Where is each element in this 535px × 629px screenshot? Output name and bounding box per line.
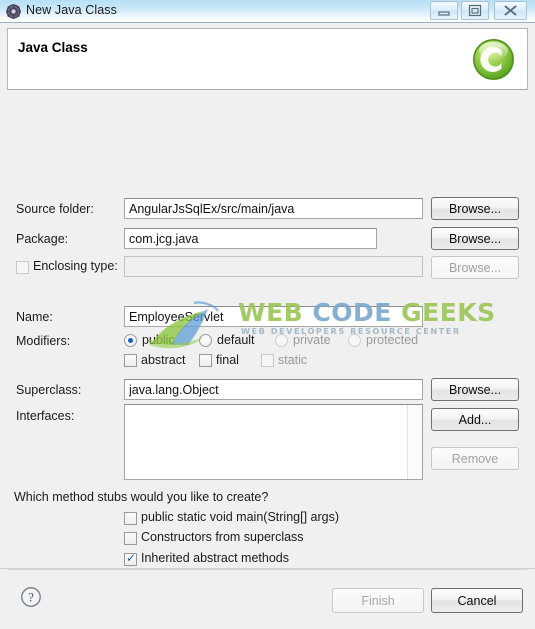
modifiers-label: Modifiers:	[16, 334, 71, 348]
modifier-checkbox-static[interactable]	[261, 354, 274, 367]
interfaces-list[interactable]	[124, 404, 423, 480]
stub-label-inherited-abstract: Inherited abstract methods	[141, 551, 289, 565]
stub-checkbox-main-method[interactable]	[124, 512, 137, 525]
interfaces-remove-button[interactable]: Remove	[431, 447, 519, 470]
superclass-input[interactable]	[124, 379, 423, 400]
interfaces-scrollbar[interactable]	[407, 405, 422, 479]
modifier-radio-private[interactable]	[275, 334, 288, 347]
page-title: Java Class	[18, 40, 88, 55]
close-icon[interactable]	[494, 1, 527, 20]
modifier-radio-default[interactable]	[199, 334, 212, 347]
modifier-radio-public[interactable]	[124, 334, 137, 347]
name-input[interactable]	[124, 306, 423, 327]
svg-text:?: ?	[28, 590, 34, 605]
modifier-label-default: default	[217, 333, 255, 347]
package-browse-button[interactable]: Browse...	[431, 227, 519, 250]
source-folder-input[interactable]	[124, 198, 423, 219]
method-stubs-question: Which method stubs would you like to cre…	[14, 490, 269, 504]
interfaces-add-button[interactable]: Add...	[431, 408, 519, 431]
package-input[interactable]	[124, 228, 377, 249]
enclosing-type-checkbox[interactable]	[16, 261, 29, 274]
dialog-body: Source folder: Browse... Package: Browse…	[0, 91, 535, 605]
help-question-icon[interactable]: ?	[20, 586, 42, 608]
stub-checkbox-constructors[interactable]	[124, 532, 137, 545]
enclosing-type-input[interactable]	[124, 256, 423, 277]
source-folder-browse-button[interactable]: Browse...	[431, 197, 519, 220]
stub-label-main-method: public static void main(String[] args)	[141, 510, 339, 524]
interfaces-label: Interfaces:	[16, 409, 75, 423]
modifier-checkbox-final[interactable]	[199, 354, 212, 367]
minimize-icon[interactable]	[430, 1, 458, 20]
modifier-checkbox-abstract[interactable]	[124, 354, 137, 367]
modifier-label-final: final	[216, 353, 239, 367]
stub-checkbox-inherited-abstract[interactable]: ✓	[124, 552, 137, 566]
finish-button[interactable]: Finish	[332, 588, 424, 613]
modifier-label-abstract: abstract	[141, 353, 186, 367]
name-label: Name:	[16, 310, 53, 324]
source-folder-label: Source folder:	[16, 202, 94, 216]
package-label: Package:	[16, 232, 69, 246]
modifier-label-public: public	[142, 333, 175, 347]
stub-label-constructors: Constructors from superclass	[141, 530, 304, 544]
title-bar: New Java Class	[0, 0, 535, 23]
modifier-radio-protected[interactable]	[348, 334, 361, 347]
superclass-label: Superclass:	[16, 383, 82, 397]
cancel-button[interactable]: Cancel	[431, 588, 523, 613]
maximize-icon[interactable]	[461, 1, 489, 20]
enclosing-type-browse-button[interactable]: Browse...	[431, 256, 519, 279]
dialog-header: Java Class	[7, 28, 528, 90]
modifier-label-static: static	[278, 353, 308, 367]
footer-divider	[8, 569, 527, 570]
superclass-browse-button[interactable]: Browse...	[431, 378, 519, 401]
modifier-label-private: private	[293, 333, 331, 347]
java-class-gear-icon	[6, 4, 21, 19]
window-title: New Java Class	[26, 3, 118, 17]
modifier-label-protected: protected	[366, 333, 419, 347]
new-java-class-dialog: New Java Class Java Class Source folder:…	[0, 0, 535, 629]
green-class-circle-icon	[471, 37, 516, 82]
enclosing-type-label: Enclosing type:	[33, 259, 118, 273]
